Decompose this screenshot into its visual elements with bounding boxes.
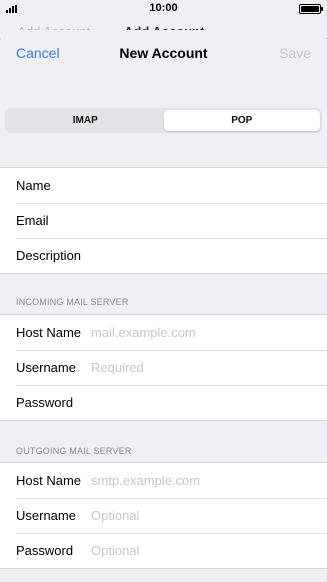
- status-time: 10:00: [149, 2, 178, 14]
- protocol-segmented-control: IMAP POP: [5, 108, 322, 133]
- segment-pop[interactable]: POP: [163, 110, 320, 131]
- sheet-nav-bar: Cancel New Account Save: [0, 30, 327, 78]
- outgoing-username-label: Username: [16, 508, 76, 523]
- outgoing-host-field[interactable]: Host Name smtp.example.com: [0, 463, 327, 498]
- outgoing-username-field[interactable]: Username Optional: [0, 498, 327, 533]
- account-info-group: Name Email Description: [0, 167, 327, 274]
- outgoing-host-label: Host Name: [16, 473, 82, 488]
- name-label: Name: [16, 178, 51, 193]
- outgoing-server-header: OUTGOING MAIL SERVER: [16, 446, 132, 456]
- description-field[interactable]: Description: [0, 238, 327, 273]
- segment-imap[interactable]: IMAP: [7, 110, 164, 131]
- incoming-host-field[interactable]: Host Name mail.example.com: [0, 315, 327, 350]
- incoming-username-field[interactable]: Username Required: [0, 350, 327, 385]
- battery-icon: [299, 4, 323, 14]
- description-label: Description: [16, 248, 82, 263]
- outgoing-username-placeholder: Optional: [91, 508, 140, 523]
- new-account-sheet: Cancel New Account Save IMAP POP Name Em…: [0, 30, 327, 582]
- incoming-password-field[interactable]: Password: [0, 385, 327, 420]
- outgoing-password-field[interactable]: Password Optional: [0, 533, 327, 568]
- incoming-server-header: INCOMING MAIL SERVER: [16, 297, 129, 307]
- email-label: Email: [16, 213, 49, 228]
- save-button[interactable]: Save: [279, 45, 311, 61]
- outgoing-password-label: Password: [16, 543, 74, 558]
- email-field[interactable]: Email: [0, 203, 327, 238]
- outgoing-host-placeholder: smtp.example.com: [91, 473, 201, 488]
- incoming-server-group: Host Name mail.example.com Username Requ…: [0, 314, 327, 421]
- status-bar: 10:00: [0, 0, 327, 18]
- incoming-username-placeholder: Required: [91, 360, 144, 375]
- incoming-password-label: Password: [16, 395, 74, 410]
- name-field[interactable]: Name: [0, 168, 327, 203]
- page-title: New Account: [119, 45, 208, 61]
- incoming-username-label: Username: [16, 360, 76, 375]
- incoming-host-label: Host Name: [16, 325, 82, 340]
- outgoing-server-group: Host Name smtp.example.com Username Opti…: [0, 462, 327, 569]
- outgoing-password-placeholder: Optional: [91, 543, 140, 558]
- incoming-host-placeholder: mail.example.com: [91, 325, 196, 340]
